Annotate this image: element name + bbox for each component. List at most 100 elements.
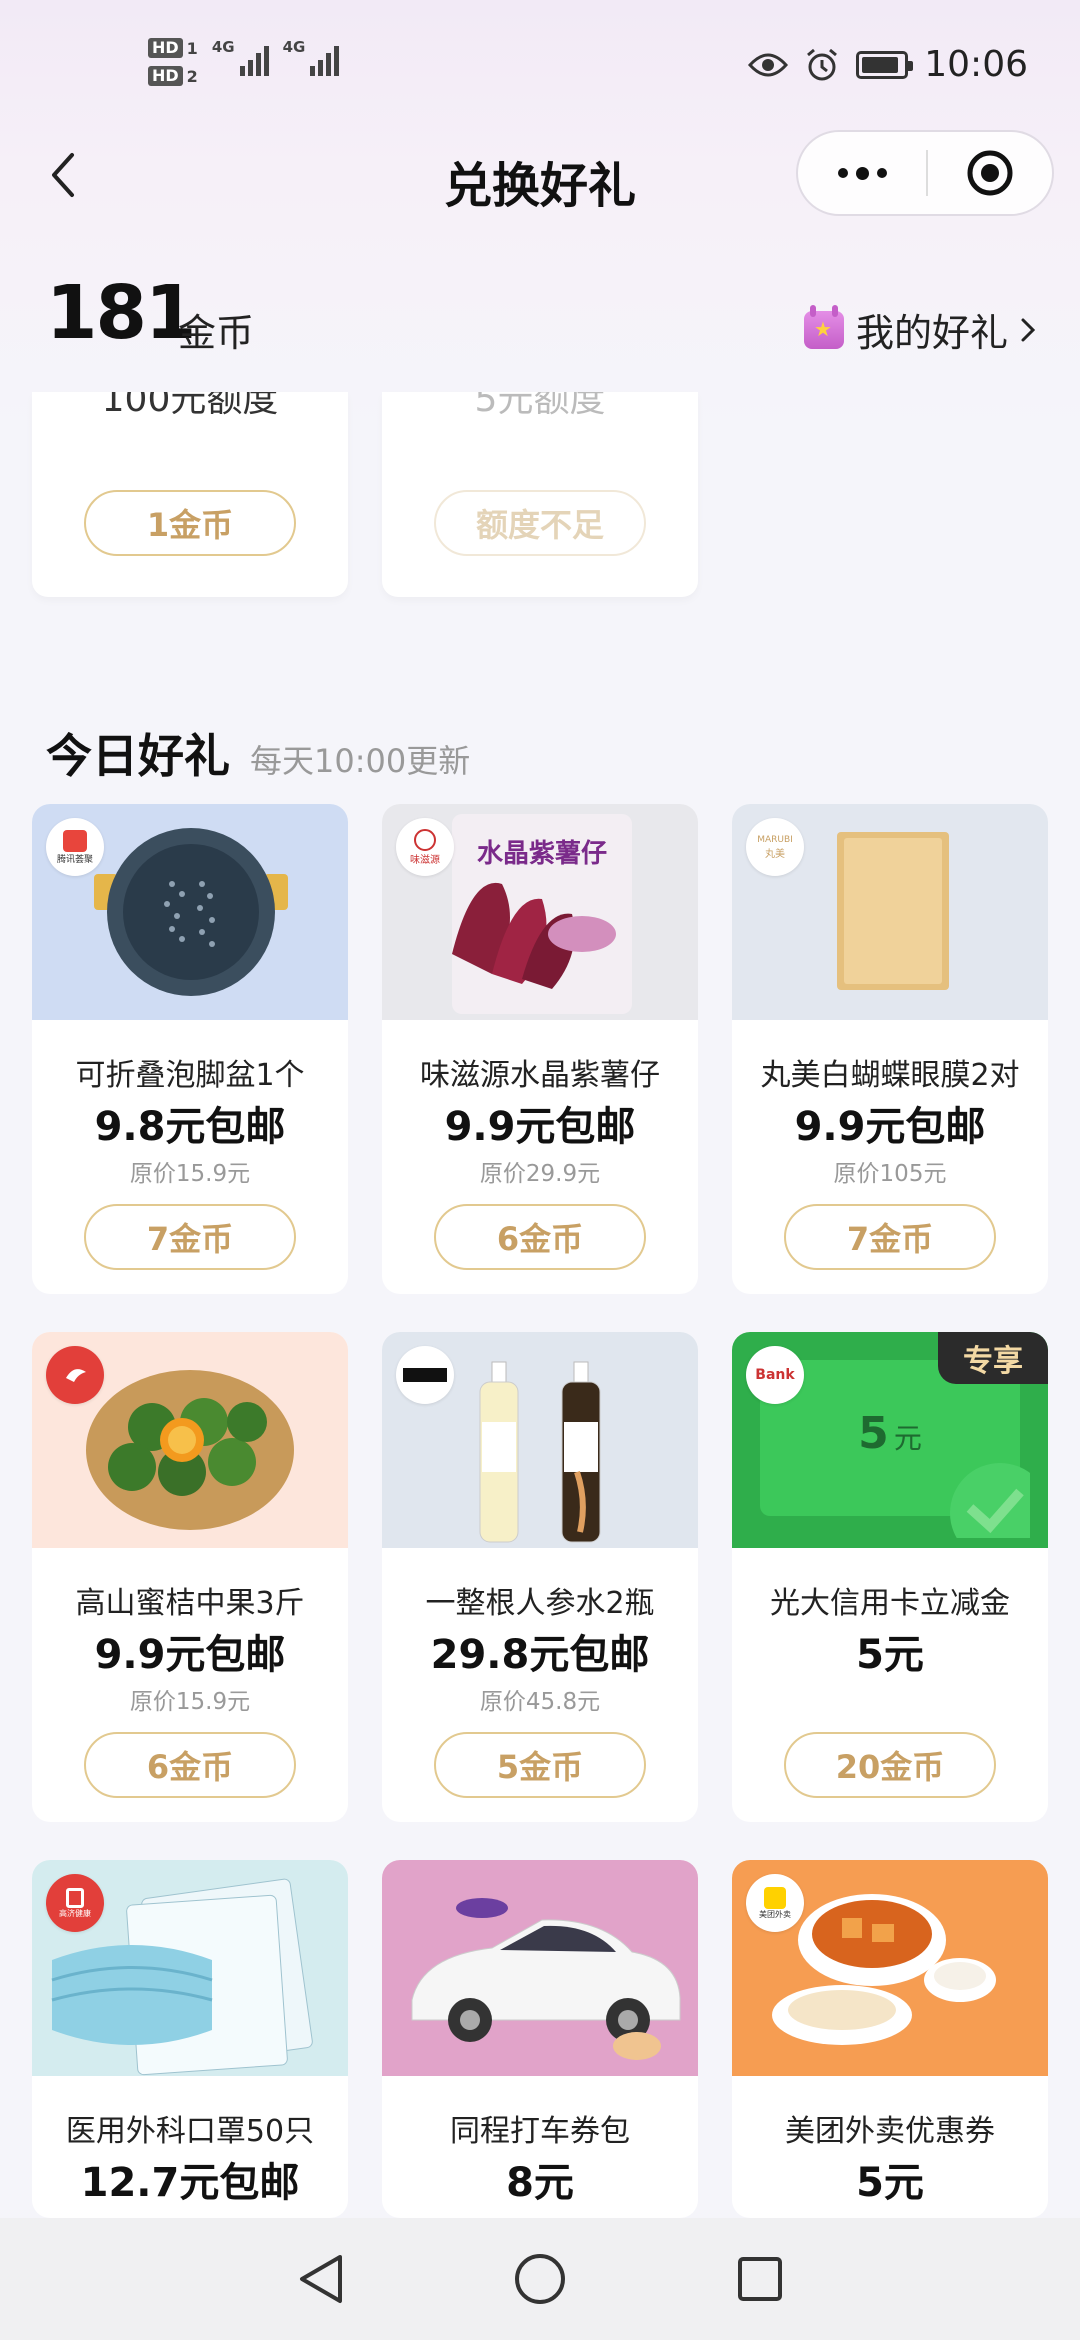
product-name: 高山蜜桔中果3斤 bbox=[75, 1586, 305, 1621]
voucher-value: 5 元 bbox=[858, 1408, 922, 1459]
quota-label: 5元额度 bbox=[474, 392, 606, 420]
dot-icon bbox=[855, 166, 869, 180]
product-price: 5元 bbox=[856, 2160, 924, 2206]
original-price: 原价29.9元 bbox=[479, 1161, 601, 1187]
quota-label: 100元额度 bbox=[101, 392, 279, 420]
original-price: 原价45.8元 bbox=[479, 1689, 601, 1715]
product-card[interactable]: 腾讯荟聚 可折叠泡脚盆1个 9.8元包邮 原价15.9元 7金币 bbox=[32, 804, 348, 1294]
system-navigation-bar bbox=[0, 2218, 1080, 2340]
chevron-right-icon bbox=[1021, 318, 1036, 341]
brand-logo: 美团外卖 bbox=[746, 1874, 804, 1932]
product-price: 8元 bbox=[506, 2160, 574, 2206]
exclusive-badge: 专享 bbox=[938, 1332, 1048, 1384]
redeem-button[interactable]: 20金币 bbox=[784, 1732, 996, 1798]
brand-logo: 高济健康 bbox=[46, 1874, 104, 1932]
product-name: 医用外科口罩50只 bbox=[65, 2114, 315, 2149]
coin-balance: 181 bbox=[46, 270, 196, 356]
section-title: 今日好礼 bbox=[46, 729, 230, 783]
product-card[interactable]: 同程打车券包 8元 bbox=[382, 1860, 698, 2218]
battery-icon bbox=[856, 50, 914, 79]
product-image: 高济健康 bbox=[32, 1860, 348, 2076]
clock: 10:06 bbox=[924, 44, 1028, 85]
target-icon bbox=[967, 150, 1013, 196]
product-name: 一整根人参水2瓶 bbox=[425, 1586, 655, 1621]
status-icons: 10:06 bbox=[748, 44, 1028, 85]
signal-icon-2: 4G bbox=[283, 38, 340, 76]
brand-logo bbox=[46, 1346, 104, 1404]
brand-logo: 味滋源 bbox=[396, 818, 454, 876]
brand-logo: 腾讯荟聚 bbox=[46, 818, 104, 876]
product-card[interactable]: 高济健康 医用外科口罩50只 12.7元包邮 bbox=[32, 1860, 348, 2218]
hd2-indicator: HD 2 bbox=[148, 66, 198, 86]
section-subtitle: 每天10:00更新 bbox=[250, 742, 471, 780]
eye-icon bbox=[748, 53, 789, 76]
product-image: 腾讯荟聚 bbox=[32, 804, 348, 1020]
product-image: MARUBI 丸美 bbox=[732, 804, 1048, 1020]
product-card[interactable]: 美团外卖 美团外卖优惠券 5元 bbox=[732, 1860, 1048, 2218]
product-name: 光大信用卡立减金 bbox=[770, 1586, 1010, 1621]
system-home-button[interactable] bbox=[500, 2239, 580, 2319]
product-card[interactable]: 高山蜜桔中果3斤 9.9元包邮 原价15.9元 6金币 bbox=[32, 1332, 348, 1822]
product-card[interactable]: 一整根人参水2瓶 29.8元包邮 原价45.8元 5金币 bbox=[382, 1332, 698, 1822]
system-recents-button[interactable] bbox=[720, 2239, 800, 2319]
product-name: 味滋源水晶紫薯仔 bbox=[420, 1058, 660, 1093]
product-price: 12.7元包邮 bbox=[80, 2160, 300, 2206]
product-image: 美团外卖 bbox=[732, 1860, 1048, 2076]
original-price: 原价105元 bbox=[833, 1161, 947, 1187]
redeem-button[interactable]: 1金币 bbox=[84, 490, 296, 556]
product-card[interactable]: MARUBI 丸美 丸美白蝴蝶眼膜2对 9.9元包邮 原价105元 7金币 bbox=[732, 804, 1048, 1294]
more-menu-button[interactable] bbox=[798, 132, 926, 214]
product-price: 5元 bbox=[856, 1632, 924, 1678]
redeem-button[interactable]: 7金币 bbox=[784, 1204, 996, 1270]
close-mini-program-button[interactable] bbox=[928, 148, 1052, 198]
product-name: 美团外卖优惠券 bbox=[785, 2114, 995, 2149]
triangle-back-icon bbox=[300, 2255, 342, 2303]
bank-logo: Bank bbox=[746, 1346, 804, 1404]
redeem-button[interactable]: 6金币 bbox=[434, 1204, 646, 1270]
voucher-image: 5 元 Bank 专享 bbox=[732, 1332, 1048, 1548]
dot-icon bbox=[876, 168, 887, 178]
redeem-button[interactable]: 6金币 bbox=[84, 1732, 296, 1798]
hd1-indicator: HD 1 bbox=[148, 38, 198, 58]
brand-logo bbox=[396, 1346, 454, 1404]
product-price: 9.8元包邮 bbox=[94, 1104, 286, 1150]
product-price: 9.9元包邮 bbox=[444, 1104, 636, 1150]
product-price: 9.9元包邮 bbox=[794, 1104, 986, 1150]
coin-balance-row: 181 金币 ★ 我的好礼 bbox=[0, 262, 1080, 362]
product-card[interactable]: 水晶紫薯仔 味滋源 味滋源水晶紫薯仔 9.9元包邮 原价29.9元 6金币 bbox=[382, 804, 698, 1294]
my-gifts-link[interactable]: ★ 我的好礼 bbox=[803, 302, 1036, 357]
product-image bbox=[382, 1332, 698, 1548]
coin-unit: 金币 bbox=[178, 311, 255, 355]
section-header: 今日好礼 每天10:00更新 bbox=[46, 720, 470, 786]
dot-icon bbox=[837, 168, 848, 178]
circle-home-icon bbox=[515, 2254, 565, 2304]
product-price: 29.8元包邮 bbox=[430, 1632, 650, 1678]
nav-bar: 兑换好礼 bbox=[0, 130, 1080, 220]
product-price: 9.9元包邮 bbox=[94, 1632, 286, 1678]
signal-area: HD 1 HD 2 4G 4G bbox=[148, 38, 340, 86]
gift-calendar-icon: ★ bbox=[803, 304, 844, 349]
quota-card: 5元额度 额度不足 bbox=[382, 392, 698, 597]
insufficient-quota-button: 额度不足 bbox=[434, 490, 646, 556]
product-name: 可折叠泡脚盆1个 bbox=[75, 1058, 305, 1093]
signal-icon: 4G bbox=[212, 38, 269, 76]
checkmark-icon bbox=[950, 1463, 1030, 1538]
redeem-button[interactable]: 7金币 bbox=[84, 1204, 296, 1270]
square-recents-icon bbox=[738, 2257, 782, 2301]
product-name: 丸美白蝴蝶眼膜2对 bbox=[760, 1058, 1020, 1093]
original-price: 原价15.9元 bbox=[129, 1161, 251, 1187]
product-image bbox=[32, 1332, 348, 1548]
product-name: 同程打车券包 bbox=[450, 2114, 630, 2149]
product-image bbox=[382, 1860, 698, 2076]
status-bar: HD 1 HD 2 4G 4G 10:06 bbox=[0, 0, 1080, 135]
svg-text:水晶紫薯仔: 水晶紫薯仔 bbox=[477, 838, 607, 869]
alarm-icon bbox=[807, 48, 838, 80]
original-price: 原价15.9元 bbox=[129, 1689, 251, 1715]
product-image: 水晶紫薯仔 味滋源 bbox=[382, 804, 698, 1020]
brand-logo: MARUBI 丸美 bbox=[746, 818, 804, 876]
voucher-card[interactable]: 5 元 Bank 专享 光大信用卡立减金 5元 20金币 bbox=[732, 1332, 1048, 1822]
mini-program-capsule bbox=[796, 130, 1054, 216]
redeem-button[interactable]: 5金币 bbox=[434, 1732, 646, 1798]
quota-card: 100元额度 1金币 bbox=[32, 392, 348, 597]
system-back-button[interactable] bbox=[280, 2239, 360, 2319]
